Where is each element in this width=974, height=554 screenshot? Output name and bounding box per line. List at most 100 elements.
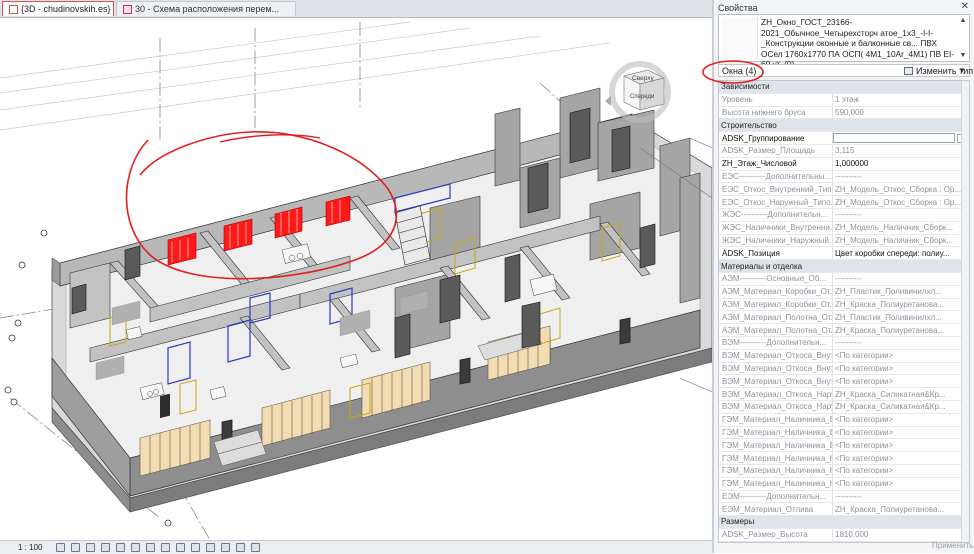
property-row[interactable]: Высота нижнего бруса 590,000 (719, 106, 969, 120)
property-name: АЭМ----------Основные_Об... (719, 272, 833, 285)
property-row[interactable]: ZH_Этаж_Числовой 1,000000 (719, 157, 969, 171)
property-row[interactable]: ЖЭС----------Дополнительн... ---------- (719, 208, 969, 222)
temporary-properties-icon[interactable] (206, 543, 216, 552)
property-value: ZH_Модель_Откос_Сборка : Ор... (835, 184, 962, 194)
view-scale[interactable]: 1 : 100 (18, 543, 42, 552)
property-value: <По категории> (835, 415, 894, 425)
edit-type-icon (904, 66, 913, 75)
property-value: ---------- (835, 171, 862, 181)
edit-type-button[interactable]: Изменить тип (904, 64, 973, 77)
property-name: ADSK_Группирование (719, 132, 833, 144)
property-row[interactable]: ГЭМ_Материал_Наличника_Н... <По категории… (719, 477, 969, 491)
property-row[interactable]: ADSK_Позиция Цвет коробки спереди: полиу.… (719, 247, 969, 261)
lock-view-icon[interactable] (131, 543, 141, 552)
render-icon[interactable] (116, 543, 126, 552)
property-group-header[interactable]: Строительство⌃ (719, 119, 969, 133)
show-crop-icon[interactable] (161, 543, 171, 552)
property-row[interactable]: ГЭМ_Материал_Наличника_В... <По категории… (719, 413, 969, 427)
reveal-constraints-icon[interactable] (251, 543, 261, 552)
property-name: ГЭМ_Материал_Наличника_Н... (719, 452, 833, 464)
property-row[interactable]: ВЭМ----------Дополнительн... ---------- (719, 336, 969, 350)
property-name: ГЭМ_Материал_Наличника_В... (719, 439, 833, 452)
property-row[interactable]: ЕЭС_Откос_Наружный_Типо... ZH_Модель_Отко… (719, 196, 969, 209)
tab-3d-view-label: {3D - chudinovskih.es} (21, 4, 111, 14)
property-name: ЖЭС_Наличники_Внутренни... (719, 221, 833, 234)
tab-3d-view[interactable]: {3D - chudinovskih.es} (2, 1, 114, 16)
properties-title: Свойства (718, 3, 758, 13)
type-name: ZH_Окно_ГОСТ_23166-2021_Обычное_Четырехс… (761, 17, 955, 69)
property-group-title: Материалы и отделка (721, 261, 803, 271)
property-row[interactable]: ЕЭМ----------Дополнительн... ---------- (719, 490, 969, 504)
property-value[interactable]: 1,000000 (833, 158, 969, 170)
property-row[interactable]: ВЭМ_Материал_Откоса_Внут... <По категории… (719, 362, 969, 376)
property-name: ВЭМ_Материал_Откоса_Нару... (719, 388, 833, 400)
viewcube[interactable]: Сверху Спереди (605, 61, 671, 123)
property-value-input[interactable] (833, 133, 955, 144)
3d-view-icon (9, 4, 18, 14)
property-row[interactable]: ГЭМ_Материал_Наличника_В... <По категории… (719, 439, 969, 453)
property-value: ---------- (835, 338, 862, 348)
property-value[interactable]: Цвет коробки спереди: полиу... (833, 247, 969, 259)
apply-button[interactable]: Применить (932, 541, 973, 550)
property-value: ZH_Модель_Откос_Сборка : Ор... (835, 197, 962, 207)
type-selector-scroll[interactable]: ▲ ▼ (959, 17, 967, 59)
property-row[interactable]: ADSK_Группирование (719, 132, 969, 145)
property-row[interactable]: ВЭМ_Материал_Откоса_Внут... <По категории… (719, 349, 969, 363)
tab-sheet-view[interactable]: 30 - Схема расположения перем... (116, 1, 296, 16)
viewcube-home-icon[interactable] (605, 96, 611, 106)
property-name: ГЭМ_Материал_Наличника_В... (719, 413, 833, 426)
type-selector[interactable]: ZH_Окно_ГОСТ_23166-2021_Обычное_Четырехс… (718, 14, 970, 69)
property-name: ADSK_Позиция (719, 247, 833, 260)
property-row[interactable]: ADSK_Размер_Высота 1810,000 (719, 528, 969, 542)
highlight-displacement-icon[interactable] (236, 543, 246, 552)
property-group-header[interactable]: Зависимости⌃ (719, 81, 969, 94)
property-value: 1 этаж (835, 95, 859, 105)
property-row[interactable]: ГЭМ_Материал_Наличника_Н... <По категории… (719, 464, 969, 478)
property-value: 1810,000 (835, 530, 869, 540)
3d-viewport[interactable]: Сверху Спереди (0, 18, 712, 540)
visual-style-icon[interactable] (71, 543, 81, 552)
property-value: ---------- (835, 210, 862, 220)
property-group-header[interactable]: Материалы и отделка⌃ (719, 260, 969, 273)
property-row[interactable]: ГЭМ_Материал_Наличника_Н... <По категории… (719, 452, 969, 465)
property-row[interactable]: АЭМ_Материал_Коробки_От... ZH_Пластик_Пол… (719, 285, 969, 299)
chevron-down-icon[interactable]: ▼ (959, 52, 967, 59)
property-row[interactable]: ЖЭС_Наличники_Внутренни... ZH_Модель_Нали… (719, 221, 969, 235)
property-row[interactable]: АЭМ_Материал_Полотна_От... ZH_Краска_Поли… (719, 324, 969, 337)
building-model-3d[interactable]: Сверху Спереди (0, 18, 712, 540)
property-name: ВЭМ_Материал_Откоса_Внут... (719, 362, 833, 375)
property-row[interactable]: АЭМ----------Основные_Об... ---------- (719, 272, 969, 286)
property-row[interactable]: ADSK_Размер_Площадь 3,115 (719, 144, 969, 158)
property-value: <По категории> (835, 440, 894, 450)
property-name: ГЭМ_Материал_Наличника_Н... (719, 477, 833, 490)
property-row[interactable]: ЖЭС_Наличники_Наружный... ZH_Модель_Налич… (719, 234, 969, 248)
hide-isolate-icon[interactable] (176, 543, 186, 552)
crop-view-icon[interactable] (146, 543, 156, 552)
property-row[interactable]: ЕЭС_Откос_Внутренний_Типо... ZH_Модель_От… (719, 183, 969, 197)
property-row[interactable]: ЕЭМ_Материал_Отлива ZH_Краска_Полиуретано… (719, 503, 969, 517)
shadows-icon[interactable] (101, 543, 111, 552)
property-value: ZH_Краска_Полиуретанова... (835, 299, 945, 309)
property-name: ЖЭС----------Дополнительн... (719, 208, 833, 221)
analytical-model-icon[interactable] (221, 543, 231, 552)
sun-path-icon[interactable] (86, 543, 96, 552)
property-name: Уровень (719, 93, 833, 106)
property-name: ЕЭС_Откос_Внутренний_Типо... (719, 183, 833, 196)
chevron-up-icon[interactable]: ▲ (959, 17, 967, 24)
property-row[interactable]: Уровень 1 этаж (719, 93, 969, 107)
property-group-header[interactable]: Размеры⌃ (719, 516, 969, 529)
property-row[interactable]: ЕЭС----------Дополнительны... ---------- (719, 170, 969, 184)
property-row[interactable]: ВЭМ_Материал_Откоса_Внут... <По категории… (719, 375, 969, 389)
property-row[interactable]: АЭМ_Материал_Коробки_От... ZH_Краска_Поли… (719, 298, 969, 312)
property-value: <По категории> (835, 466, 894, 476)
property-row[interactable]: АЭМ_Материал_Полотна_От... ZH_Пластик_Пол… (719, 311, 969, 325)
scroll-spacer (959, 24, 967, 52)
property-row[interactable]: ВЭМ_Материал_Откоса_Нару... ZH_Краска_Сил… (719, 400, 969, 414)
property-row[interactable]: ВЭМ_Материал_Откоса_Нару... ZH_Краска_Сил… (719, 388, 969, 401)
close-icon[interactable]: ✕ (961, 1, 969, 12)
properties-scrollbar[interactable] (961, 81, 969, 542)
property-row[interactable]: ГЭМ_Материал_Наличника_В... <По категории… (719, 426, 969, 440)
property-value: ZH_Краска_Полиуретанова... (835, 504, 945, 514)
detail-level-icon[interactable] (56, 543, 66, 552)
reveal-hidden-icon[interactable] (191, 543, 201, 552)
